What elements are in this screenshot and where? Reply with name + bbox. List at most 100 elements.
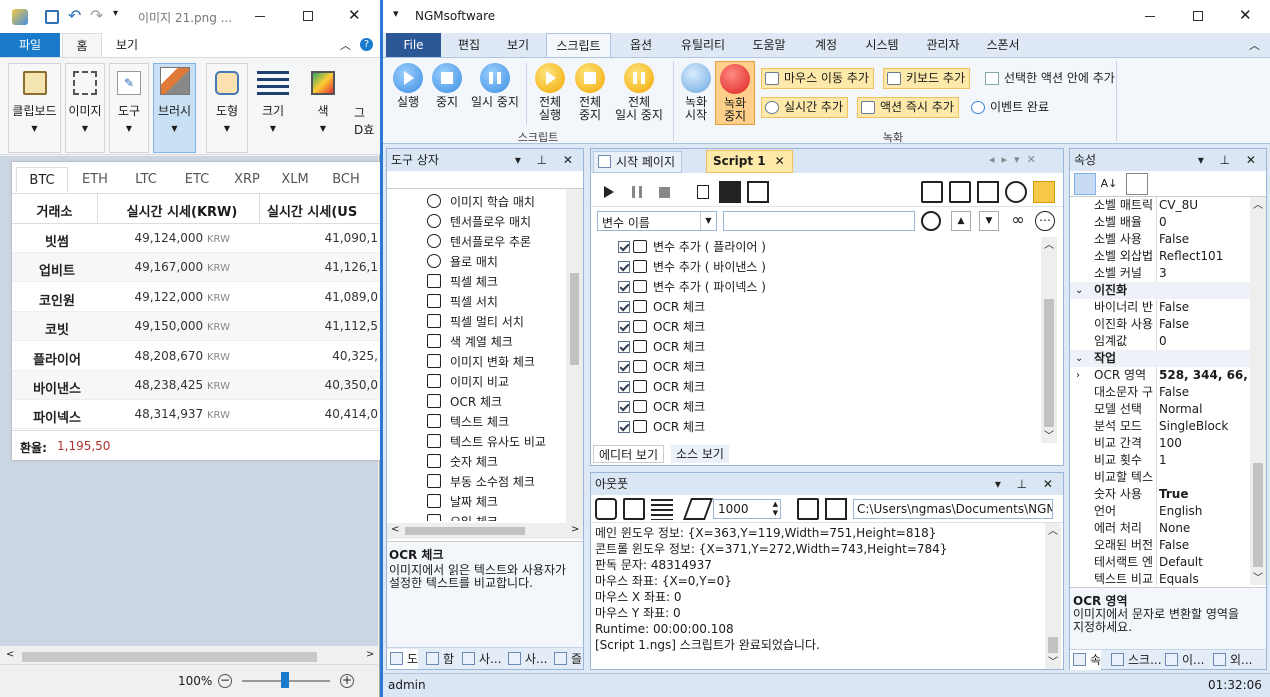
menu-utility[interactable]: 유틸리티 xyxy=(673,33,733,57)
property-value[interactable]: False xyxy=(1159,316,1250,333)
script-line[interactable]: 변수 추가 ( 파이넥스 ) xyxy=(591,277,1041,297)
collapse-ribbon-icon[interactable]: ︿ xyxy=(1249,37,1260,53)
tab-external[interactable]: 외... xyxy=(1210,650,1252,670)
toolbox-item[interactable]: 픽셀 체크 xyxy=(387,271,565,291)
log-path-input[interactable]: C:\Users\ngmas\Documents\NGM6\ xyxy=(853,499,1053,519)
scroll-up-icon[interactable]: ︿ xyxy=(1044,236,1054,251)
property-row[interactable]: 바이너리 반 False xyxy=(1074,299,1250,316)
property-value[interactable]: 528, 344, 66, 18 xyxy=(1159,367,1250,384)
property-row[interactable]: 에러 처리 None xyxy=(1074,520,1250,537)
play-icon[interactable] xyxy=(597,181,619,203)
script-line[interactable]: OCR 체크 xyxy=(591,297,1041,317)
property-row[interactable]: 임계값 0 xyxy=(1074,333,1250,350)
script-line[interactable]: 변수 추가 ( 바이낸스 ) xyxy=(591,257,1041,277)
tab-favorites[interactable]: 즐 xyxy=(551,649,582,669)
panel-controls[interactable]: ▾ ⊥ ✕ xyxy=(995,473,1059,495)
property-value[interactable]: 100 xyxy=(1159,435,1250,452)
property-value[interactable]: False xyxy=(1159,231,1250,248)
search-icon[interactable] xyxy=(1005,181,1027,203)
property-pages-icon[interactable] xyxy=(1126,173,1148,195)
close-icon[interactable]: ✕ xyxy=(1239,6,1252,24)
run-button[interactable]: 실행 xyxy=(388,63,428,109)
tab-toolbox[interactable]: 도 xyxy=(387,649,419,669)
line-checkbox[interactable] xyxy=(618,321,630,333)
menu-file[interactable]: File xyxy=(386,33,441,57)
property-category[interactable]: ⌄ 작업 xyxy=(1070,350,1250,367)
tab-functions[interactable]: 함 xyxy=(423,649,454,669)
toolbox-item[interactable]: OCR 체크 xyxy=(387,391,565,411)
script-editor[interactable]: 변수 추가 ( 플라이어 ) 변수 추가 ( 바이낸스 ) 변수 추가 ( 파이넥스… xyxy=(591,237,1041,437)
scroll-down-icon[interactable]: ﹀ xyxy=(1044,427,1054,442)
menu-options[interactable]: 옵션 xyxy=(616,33,666,57)
step-icon[interactable] xyxy=(691,181,713,203)
toolbox-item[interactable]: 텍스트 유사도 비교 xyxy=(387,431,565,451)
broom-icon[interactable] xyxy=(595,498,617,520)
event-done-button[interactable]: 이벤트 완료 xyxy=(967,97,1054,118)
property-category[interactable]: ⌄ 이진화 xyxy=(1070,282,1250,299)
add-mouse-move-button[interactable]: 마우스 이동 추가 xyxy=(761,68,874,89)
toolbox-item[interactable]: 이미지 비교 xyxy=(387,371,565,391)
line-checkbox[interactable] xyxy=(618,361,630,373)
toolbox-vscrollbar[interactable] xyxy=(566,189,583,523)
tab-nav-controls[interactable]: ◂▸▾✕ xyxy=(989,153,1043,166)
settings-icon[interactable] xyxy=(623,498,645,520)
scroll-left-icon[interactable]: < xyxy=(391,524,399,535)
property-row[interactable]: 소벨 외삽법 Reflect101 xyxy=(1074,248,1250,265)
paint-hscrollbar[interactable]: < > xyxy=(4,649,376,664)
script-line[interactable]: OCR 체크 xyxy=(591,417,1041,437)
line-checkbox[interactable] xyxy=(618,281,630,293)
tab-properties[interactable]: 속 xyxy=(1070,650,1102,670)
line-checkbox[interactable] xyxy=(618,261,630,273)
property-row[interactable]: 비교할 텍스 xyxy=(1074,469,1250,486)
property-value[interactable]: Equals xyxy=(1159,571,1250,585)
panel-controls[interactable]: ▾ ⊥ ✕ xyxy=(1198,149,1262,171)
scroll-up-icon[interactable]: ︿ xyxy=(1253,196,1263,211)
property-value[interactable]: 0 xyxy=(1159,214,1250,231)
clipboard-group[interactable]: 클립보드 ▼ xyxy=(8,63,61,153)
tree-view-icon[interactable] xyxy=(1033,181,1055,203)
tab-source-view[interactable]: 소스 보기 xyxy=(671,445,729,463)
eraser-icon[interactable] xyxy=(682,498,714,520)
brushes-group[interactable]: 브러시 ▼ xyxy=(153,63,196,153)
line-checkbox[interactable] xyxy=(618,381,630,393)
toolbox-item[interactable]: 픽셀 서치 xyxy=(387,291,565,311)
script-line[interactable]: 변수 추가 ( 플라이어 ) xyxy=(591,237,1041,257)
maximize-icon[interactable] xyxy=(1193,11,1203,21)
scroll-left-icon[interactable]: < xyxy=(6,649,14,660)
close-icon[interactable]: ✕ xyxy=(348,6,361,24)
line-checkbox[interactable] xyxy=(618,421,630,433)
tab-user-1[interactable]: 사... xyxy=(459,649,501,669)
crypto-price-image[interactable]: BTC ETH LTC ETC XRP XLM BCH 거래소 실시간 시세(K… xyxy=(12,162,380,460)
toolbox-item[interactable]: 텍스트 체크 xyxy=(387,411,565,431)
pause-all-button[interactable]: 전체 일시 중지 xyxy=(611,63,667,122)
property-value[interactable]: False xyxy=(1159,299,1250,316)
scroll-right-icon[interactable]: > xyxy=(366,649,374,660)
sort-alpha-icon[interactable]: A↓ xyxy=(1098,173,1120,195)
color-group[interactable]: 색 ▼ xyxy=(303,63,343,153)
property-value[interactable]: 0 xyxy=(1159,333,1250,350)
properties-vscrollbar[interactable]: ︿ ﹀ xyxy=(1250,197,1266,585)
property-row[interactable]: 오래된 버전 False xyxy=(1074,537,1250,554)
list-icon[interactable] xyxy=(651,498,673,520)
chevron-up-icon[interactable]: ▲ xyxy=(951,211,971,231)
effects-group[interactable]: 그 D효 xyxy=(347,63,380,153)
property-row[interactable]: 숫자 사용 True xyxy=(1074,486,1250,503)
close-tab-icon[interactable]: ✕ xyxy=(775,151,785,172)
property-row[interactable]: › OCR 영역 528, 344, 66, 18 xyxy=(1074,367,1250,384)
line-checkbox[interactable] xyxy=(618,341,630,353)
scroll-right-icon[interactable]: > xyxy=(571,524,579,535)
script-line[interactable]: OCR 체크 xyxy=(591,317,1041,337)
scroll-down-icon[interactable]: ﹀ xyxy=(1048,653,1058,668)
action-now-button[interactable]: 액션 즉시 추가 xyxy=(857,97,959,118)
toolbox-item[interactable]: 날짜 체크 xyxy=(387,491,565,511)
property-row[interactable]: 비교 간격 100 xyxy=(1074,435,1250,452)
panel-controls[interactable]: ▾ ⊥ ✕ xyxy=(515,149,579,171)
checkbox-all-icon[interactable] xyxy=(921,181,943,203)
property-value[interactable]: False xyxy=(1159,384,1250,401)
variable-select[interactable]: 변수 이름 ▼ xyxy=(597,211,717,231)
record-stop-button[interactable]: 녹화 중지 xyxy=(715,61,755,125)
undo-icon[interactable]: ↶ xyxy=(68,6,81,25)
realtime-add-button[interactable]: 실시간 추가 xyxy=(761,97,849,118)
add-keyboard-button[interactable]: 키보드 추가 xyxy=(883,68,971,89)
output-log[interactable]: 메인 윈도우 정보: {X=363,Y=119,Width=751,Height… xyxy=(591,523,1043,667)
